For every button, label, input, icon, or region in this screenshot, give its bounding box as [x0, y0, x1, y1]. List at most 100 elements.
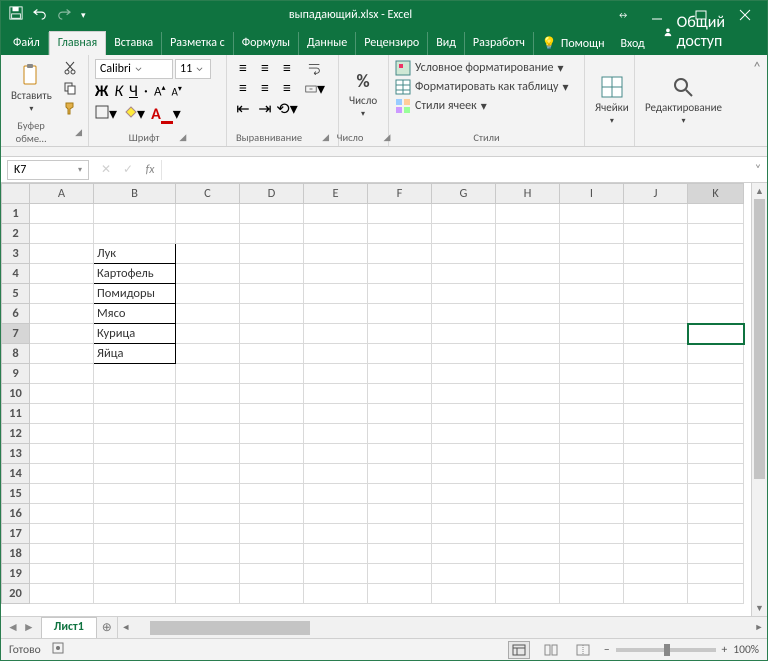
- cell-F16[interactable]: [368, 504, 432, 524]
- format-as-table-button[interactable]: Форматировать как таблицу▾: [395, 78, 569, 96]
- row-header-20[interactable]: 20: [2, 584, 30, 604]
- col-header-I[interactable]: I: [560, 184, 624, 204]
- prev-sheet-button[interactable]: ◄: [7, 620, 19, 635]
- row-header-9[interactable]: 9: [2, 364, 30, 384]
- cell-J1[interactable]: [624, 204, 688, 224]
- cell-E1[interactable]: [304, 204, 368, 224]
- cell-G7[interactable]: [432, 324, 496, 344]
- cell-G11[interactable]: [432, 404, 496, 424]
- cell-K7[interactable]: [688, 324, 744, 344]
- cell-E12[interactable]: [304, 424, 368, 444]
- cell-G20[interactable]: [432, 584, 496, 604]
- fx-button[interactable]: fx: [139, 160, 161, 180]
- cells-button[interactable]: Ячейки▾: [591, 59, 633, 142]
- col-header-H[interactable]: H: [496, 184, 560, 204]
- cell-G8[interactable]: [432, 344, 496, 364]
- row-header-6[interactable]: 6: [2, 304, 30, 324]
- cell-B19[interactable]: [94, 564, 176, 584]
- cell-G15[interactable]: [432, 484, 496, 504]
- cell-C14[interactable]: [176, 464, 240, 484]
- zoom-in-button[interactable]: +: [722, 643, 728, 657]
- cell-A18[interactable]: [30, 544, 94, 564]
- qat-dropdown-icon[interactable]: ▾: [81, 10, 86, 21]
- cell-I4[interactable]: [560, 264, 624, 284]
- cell-G19[interactable]: [432, 564, 496, 584]
- cell-E8[interactable]: [304, 344, 368, 364]
- cell-G10[interactable]: [432, 384, 496, 404]
- cell-A2[interactable]: [30, 224, 94, 244]
- cell-D5[interactable]: [240, 284, 304, 304]
- cell-E4[interactable]: [304, 264, 368, 284]
- cell-G12[interactable]: [432, 424, 496, 444]
- cell-G9[interactable]: [432, 364, 496, 384]
- cell-F1[interactable]: [368, 204, 432, 224]
- cell-C13[interactable]: [176, 444, 240, 464]
- number-format-button[interactable]: % Число▾: [345, 59, 381, 129]
- cell-J18[interactable]: [624, 544, 688, 564]
- col-header-B[interactable]: B: [94, 184, 176, 204]
- cell-E11[interactable]: [304, 404, 368, 424]
- tab-layout[interactable]: Разметка с: [162, 32, 234, 55]
- cell-E18[interactable]: [304, 544, 368, 564]
- cell-C5[interactable]: [176, 284, 240, 304]
- cell-E20[interactable]: [304, 584, 368, 604]
- scroll-thumb[interactable]: [754, 199, 765, 479]
- cell-B13[interactable]: [94, 444, 176, 464]
- cell-K10[interactable]: [688, 384, 744, 404]
- cell-H10[interactable]: [496, 384, 560, 404]
- cell-K1[interactable]: [688, 204, 744, 224]
- row-header-14[interactable]: 14: [2, 464, 30, 484]
- col-header-J[interactable]: J: [624, 184, 688, 204]
- underline-button[interactable]: Ч: [129, 82, 138, 101]
- cell-I11[interactable]: [560, 404, 624, 424]
- cell-K9[interactable]: [688, 364, 744, 384]
- cell-J8[interactable]: [624, 344, 688, 364]
- col-header-A[interactable]: A: [30, 184, 94, 204]
- cell-A12[interactable]: [30, 424, 94, 444]
- cell-A4[interactable]: [30, 264, 94, 284]
- cell-K16[interactable]: [688, 504, 744, 524]
- cell-C2[interactable]: [176, 224, 240, 244]
- row-header-2[interactable]: 2: [2, 224, 30, 244]
- cell-J11[interactable]: [624, 404, 688, 424]
- cancel-formula-button[interactable]: ✕: [95, 160, 117, 180]
- cell-G1[interactable]: [432, 204, 496, 224]
- cell-H9[interactable]: [496, 364, 560, 384]
- increase-font-button[interactable]: A▴: [154, 83, 166, 99]
- cell-K15[interactable]: [688, 484, 744, 504]
- row-header-11[interactable]: 11: [2, 404, 30, 424]
- cut-button[interactable]: [60, 59, 80, 77]
- copy-button[interactable]: [60, 79, 80, 97]
- cell-B8[interactable]: Яйца: [94, 344, 176, 364]
- cell-I3[interactable]: [560, 244, 624, 264]
- cell-E15[interactable]: [304, 484, 368, 504]
- macro-record-icon[interactable]: [51, 641, 65, 659]
- cell-A3[interactable]: [30, 244, 94, 264]
- cell-H14[interactable]: [496, 464, 560, 484]
- increase-indent-button[interactable]: ⇥: [255, 100, 275, 118]
- cell-C6[interactable]: [176, 304, 240, 324]
- cell-B9[interactable]: [94, 364, 176, 384]
- cell-C8[interactable]: [176, 344, 240, 364]
- cell-F8[interactable]: [368, 344, 432, 364]
- cell-H6[interactable]: [496, 304, 560, 324]
- align-bot-button[interactable]: ≡: [277, 59, 297, 77]
- cell-A14[interactable]: [30, 464, 94, 484]
- tab-developer[interactable]: Разработч: [465, 32, 534, 55]
- page-break-view-button[interactable]: [572, 641, 594, 659]
- ribbon-arrow-icon[interactable]: ↔: [617, 10, 629, 21]
- cell-A9[interactable]: [30, 364, 94, 384]
- cell-A11[interactable]: [30, 404, 94, 424]
- col-header-K[interactable]: K: [688, 184, 744, 204]
- cell-F7[interactable]: [368, 324, 432, 344]
- scroll-left-icon[interactable]: ◄: [118, 622, 134, 633]
- cell-J6[interactable]: [624, 304, 688, 324]
- tab-view[interactable]: Вид: [428, 32, 465, 55]
- cell-D12[interactable]: [240, 424, 304, 444]
- cell-I5[interactable]: [560, 284, 624, 304]
- tab-formulas[interactable]: Формулы: [234, 32, 299, 55]
- cell-E14[interactable]: [304, 464, 368, 484]
- cell-K3[interactable]: [688, 244, 744, 264]
- cell-B1[interactable]: [94, 204, 176, 224]
- cell-G18[interactable]: [432, 544, 496, 564]
